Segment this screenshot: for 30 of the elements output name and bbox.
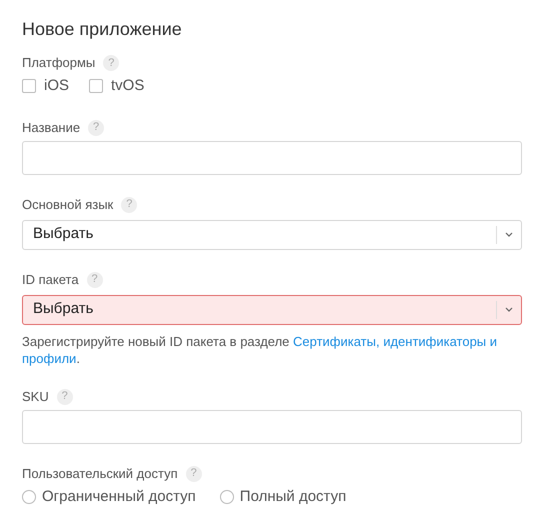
text-field[interactable] <box>22 140 522 174</box>
checkbox[interactable] <box>22 79 36 94</box>
link[interactable]: профили <box>22 350 76 366</box>
help-icon[interactable]: ? <box>103 55 120 71</box>
select-field[interactable]: Выбрать <box>22 294 522 324</box>
help-icon[interactable]: ? <box>86 272 103 288</box>
link[interactable]: Сертификаты, идентификаторы и <box>293 334 498 348</box>
field-label: SKU <box>22 388 49 406</box>
checkbox-label: tvOS <box>111 76 144 96</box>
checkbox[interactable] <box>89 79 104 94</box>
field-label: Платформы <box>22 54 96 72</box>
field-label: Основной язык <box>22 196 114 214</box>
page-title: Новое приложение <box>22 18 183 41</box>
select-field[interactable]: Выбрать <box>22 220 522 250</box>
help-icon[interactable]: ? <box>186 466 202 482</box>
help-icon[interactable]: ? <box>56 388 73 404</box>
field-label: ID пакета <box>22 270 79 289</box>
help-icon[interactable]: ? <box>88 120 104 136</box>
text-field[interactable] <box>22 410 522 444</box>
radio-button[interactable] <box>22 490 36 504</box>
radio-label: Ограниченный доступ <box>42 486 196 506</box>
help-text: Зарегистрируйте новый ID пакета в разделе Сертификаты, идентификаторы и профили. <box>22 332 498 366</box>
radio-label: Полный доступ <box>240 486 346 506</box>
checkbox-label: iOS <box>44 76 70 96</box>
radio-button[interactable] <box>220 490 234 504</box>
field-label: Пользовательский доступ <box>22 464 178 483</box>
chevron-down-icon <box>505 232 513 237</box>
help-icon[interactable]: ? <box>121 196 138 212</box>
chevron-down-icon <box>505 307 513 312</box>
field-label: Название <box>22 118 80 137</box>
